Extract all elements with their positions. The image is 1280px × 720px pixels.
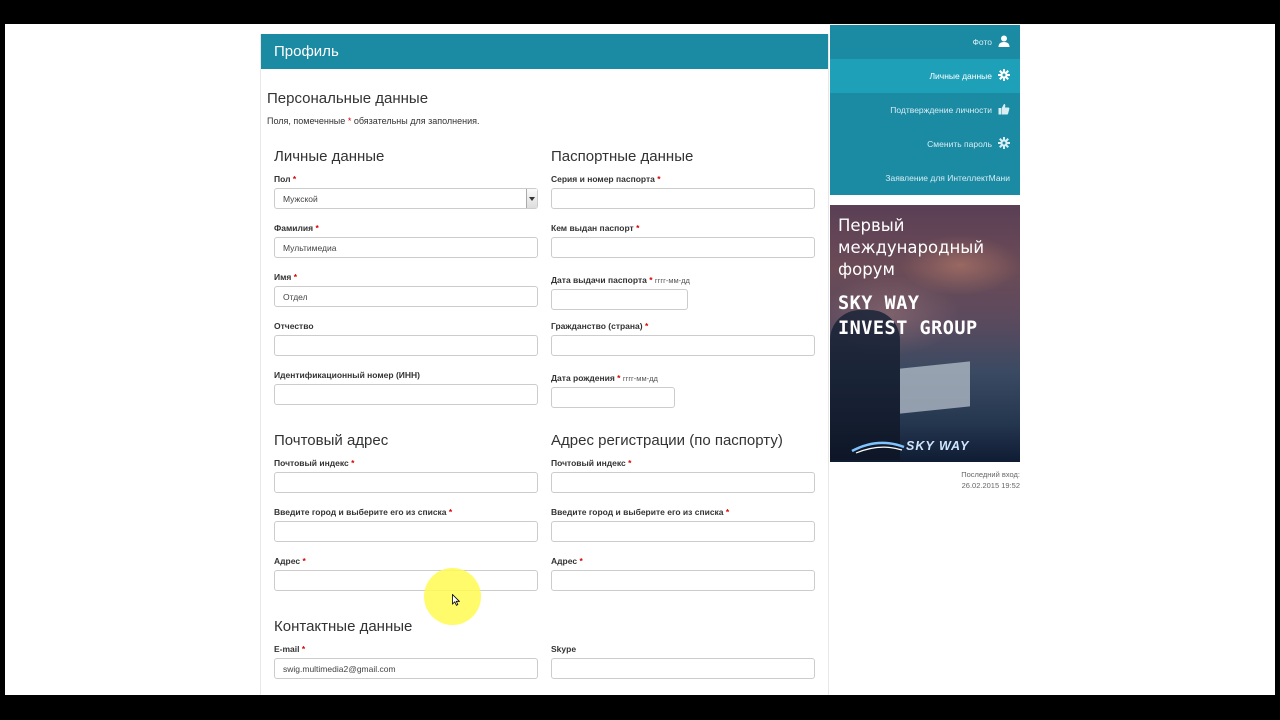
gender-value: Мужской xyxy=(283,194,318,204)
banner-photo-laptop xyxy=(900,361,970,414)
gender-select[interactable]: Мужской xyxy=(274,188,538,209)
issued-by-input[interactable] xyxy=(551,237,815,258)
patronymic-label: Отчество xyxy=(274,321,314,331)
group-title-registration: Адрес регистрации (по паспорту) xyxy=(551,432,783,449)
surname-input[interactable]: Мультимедиа xyxy=(274,237,538,258)
page: Профиль Персональные данные Поля, помече… xyxy=(5,24,1275,695)
last-login: Последний вход: 26.02.2015 19:52 xyxy=(830,469,1020,491)
profile-panel: Профиль Персональные данные Поля, помече… xyxy=(260,34,829,695)
banner-headline: Первый международный форум xyxy=(838,216,985,279)
issued-by-label: Кем выдан паспорт * xyxy=(551,223,640,233)
name-label: Имя * xyxy=(274,272,298,282)
profile-menu: Фото Личные данные Подтверждение личност… xyxy=(830,25,1020,195)
reg-address-label: Адрес * xyxy=(551,556,583,566)
reg-index-input[interactable] xyxy=(551,472,815,493)
skype-input[interactable] xyxy=(551,658,815,679)
thumbs-up-icon xyxy=(998,103,1010,115)
gender-label: Пол * xyxy=(274,174,297,184)
reg-city-input[interactable] xyxy=(551,521,815,542)
banner-brand: SKY WAY INVEST GROUP xyxy=(838,293,978,339)
name-input[interactable]: Отдел xyxy=(274,286,538,307)
postal-address-input[interactable] xyxy=(274,570,538,591)
email-input[interactable]: swig.multimedia2@gmail.com xyxy=(274,658,538,679)
user-icon xyxy=(998,35,1010,47)
issue-date-label: Дата выдачи паспорта * гггг-мм-дд xyxy=(551,275,690,285)
postal-city-label: Введите город и выберите его из списка * xyxy=(274,507,453,517)
forum-banner[interactable]: Первый международный форум SKY WAY INVES… xyxy=(830,205,1020,462)
birth-date-label: Дата рождения * гггг-мм-дд xyxy=(551,373,658,383)
postal-address-label: Адрес * xyxy=(274,556,306,566)
group-title-passport: Паспортные данные xyxy=(551,148,694,165)
passport-series-label: Серия и номер паспорта * xyxy=(551,174,661,184)
menu-item-photo[interactable]: Фото xyxy=(830,25,1020,59)
last-login-label: Последний вход: xyxy=(961,470,1020,479)
last-login-value: 26.02.2015 19:52 xyxy=(961,481,1020,490)
skype-label: Skype xyxy=(551,644,577,654)
reg-city-label: Введите город и выберите его из списка * xyxy=(551,507,730,517)
gear-icon xyxy=(998,69,1010,81)
group-title-personal: Личные данные xyxy=(274,148,385,165)
email-label: E-mail * xyxy=(274,644,306,654)
inn-input[interactable] xyxy=(274,384,538,405)
chevron-down-icon[interactable] xyxy=(526,189,537,208)
passport-series-input[interactable] xyxy=(551,188,815,209)
reg-index-label: Почтовый индекс * xyxy=(551,458,632,468)
postal-index-label: Почтовый индекс * xyxy=(274,458,355,468)
surname-label: Фамилия * xyxy=(274,223,319,233)
postal-city-input[interactable] xyxy=(274,521,538,542)
panel-header: Профиль xyxy=(261,34,828,69)
group-title-contacts: Контактные данные xyxy=(274,618,413,635)
issue-date-input[interactable] xyxy=(551,289,688,310)
gear-icon xyxy=(998,137,1010,149)
citizenship-input[interactable] xyxy=(551,335,815,356)
inn-label: Идентификационный номер (ИНН) xyxy=(274,370,420,380)
section-title: Персональные данные xyxy=(267,90,429,107)
panel-title: Профиль xyxy=(274,43,339,60)
mouse-cursor-icon xyxy=(452,594,460,606)
patronymic-input[interactable] xyxy=(274,335,538,356)
menu-item-application[interactable]: Заявление для ИнтеллектМани xyxy=(830,161,1020,195)
postal-index-input[interactable] xyxy=(274,472,538,493)
birth-date-input[interactable] xyxy=(551,387,675,408)
sky-way-logo-swoosh-icon xyxy=(851,441,905,454)
menu-item-personal-data[interactable]: Личные данные xyxy=(830,59,1020,93)
group-title-postal: Почтовый адрес xyxy=(274,432,389,449)
menu-item-change-password[interactable]: Сменить пароль xyxy=(830,127,1020,161)
citizenship-label: Гражданство (страна) * xyxy=(551,321,649,331)
banner-logo-text: SKY WAY xyxy=(906,439,970,453)
required-note: Поля, помеченные * обязательны для запол… xyxy=(267,116,480,126)
reg-address-input[interactable] xyxy=(551,570,815,591)
menu-item-identity[interactable]: Подтверждение личности xyxy=(830,93,1020,127)
